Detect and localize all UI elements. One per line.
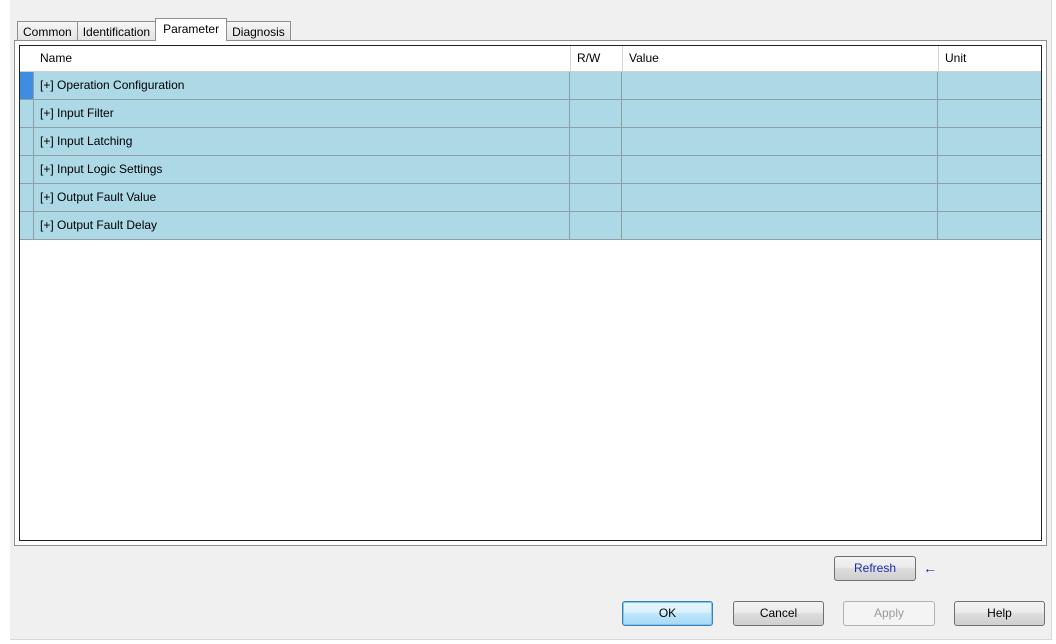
row-rw-cell[interactable] <box>570 212 622 239</box>
parameter-grid[interactable]: Name R/W Value Unit [+] Operation Config… <box>19 45 1042 541</box>
grid-rows: [+] Operation Configuration [+] Input Fi… <box>20 72 1041 240</box>
row-value-cell[interactable] <box>622 184 938 211</box>
row-name-cell[interactable]: [+] Output Fault Delay <box>34 212 570 239</box>
apply-button[interactable]: Apply <box>843 601 935 626</box>
table-row[interactable]: [+] Input Latching <box>20 128 1041 156</box>
row-unit-cell[interactable] <box>938 128 1041 155</box>
tab-common[interactable]: Common <box>17 21 78 41</box>
help-button[interactable]: Help <box>954 601 1045 626</box>
row-rw-cell[interactable] <box>570 72 622 99</box>
table-row[interactable]: [+] Output Fault Delay <box>20 212 1041 240</box>
row-value-cell[interactable] <box>622 72 938 99</box>
column-header-value[interactable]: Value <box>622 46 938 71</box>
header-selector-cell <box>20 46 34 71</box>
tab-identification[interactable]: Identification <box>76 21 157 41</box>
table-row[interactable]: [+] Input Filter <box>20 100 1041 128</box>
row-name-cell[interactable]: [+] Input Latching <box>34 128 570 155</box>
grid-header: Name R/W Value Unit <box>20 46 1041 72</box>
tab-diagnosis[interactable]: Diagnosis <box>226 21 291 41</box>
column-header-unit[interactable]: Unit <box>938 46 1041 71</box>
row-name-cell[interactable]: [+] Input Filter <box>34 100 570 127</box>
row-rw-cell[interactable] <box>570 184 622 211</box>
row-unit-cell[interactable] <box>938 72 1041 99</box>
ok-button[interactable]: OK <box>622 601 713 626</box>
row-selector[interactable] <box>20 156 34 183</box>
row-unit-cell[interactable] <box>938 212 1041 239</box>
table-row[interactable]: [+] Operation Configuration <box>20 72 1041 100</box>
tab-parameter[interactable]: Parameter <box>155 18 228 41</box>
row-name-cell[interactable]: [+] Operation Configuration <box>34 72 570 99</box>
row-name-cell[interactable]: [+] Input Logic Settings <box>34 156 570 183</box>
row-unit-cell[interactable] <box>938 184 1041 211</box>
row-name-cell[interactable]: [+] Output Fault Value <box>34 184 570 211</box>
parameter-tab-page: Name R/W Value Unit [+] Operation Config… <box>14 40 1047 546</box>
refresh-button[interactable]: Refresh <box>834 556 916 581</box>
row-selector[interactable] <box>20 72 34 99</box>
row-unit-cell[interactable] <box>938 100 1041 127</box>
row-value-cell[interactable] <box>622 212 938 239</box>
row-selector[interactable] <box>20 128 34 155</box>
column-header-name[interactable]: Name <box>34 46 570 71</box>
row-selector[interactable] <box>20 184 34 211</box>
row-rw-cell[interactable] <box>570 156 622 183</box>
row-value-cell[interactable] <box>622 100 938 127</box>
row-value-cell[interactable] <box>622 156 938 183</box>
column-header-rw[interactable]: R/W <box>570 46 622 71</box>
table-row[interactable]: [+] Output Fault Value <box>20 184 1041 212</box>
row-rw-cell[interactable] <box>570 100 622 127</box>
row-rw-cell[interactable] <box>570 128 622 155</box>
cancel-button[interactable]: Cancel <box>733 601 824 626</box>
row-selector[interactable] <box>20 100 34 127</box>
row-value-cell[interactable] <box>622 128 938 155</box>
row-unit-cell[interactable] <box>938 156 1041 183</box>
tab-strip: Common Identification Parameter Diagnosi… <box>17 18 291 41</box>
dialog-left-edge <box>0 0 10 644</box>
table-row[interactable]: [+] Input Logic Settings <box>20 156 1041 184</box>
row-selector[interactable] <box>20 212 34 239</box>
parameter-dialog: Common Identification Parameter Diagnosi… <box>0 0 1056 644</box>
left-arrow-icon: ← <box>923 560 937 576</box>
